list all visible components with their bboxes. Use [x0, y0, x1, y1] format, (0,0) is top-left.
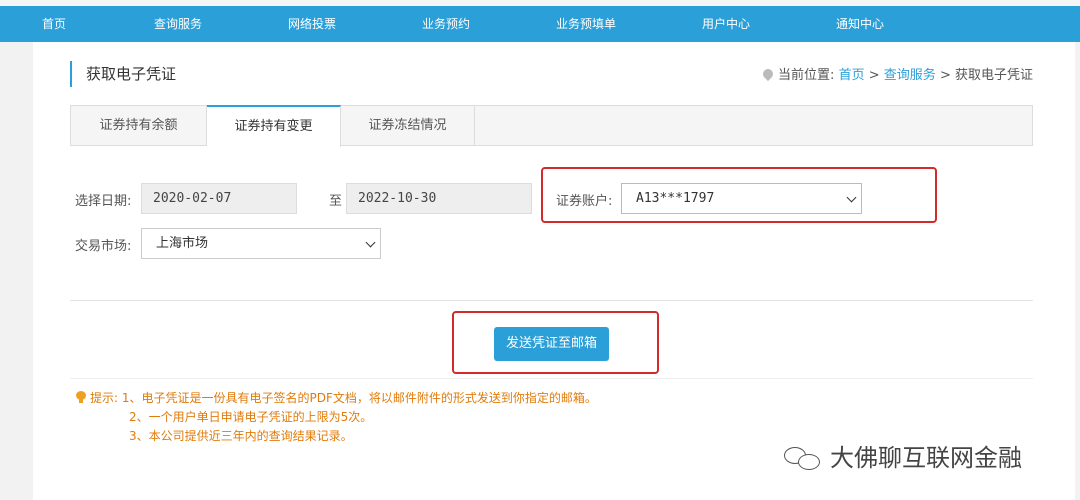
page-title: 获取电子凭证 [70, 61, 176, 87]
tip-item: 3、本公司提供近三年内的查询结果记录。 [129, 429, 353, 443]
location-pin-icon [760, 66, 776, 82]
tips-block: 提示: 1、电子凭证是一份具有电子签名的PDF文档，将以邮件附件的形式发送到你指… [76, 389, 597, 446]
date-label: 选择日期: [75, 194, 132, 209]
divider [70, 378, 1033, 379]
tip-item: 1、电子凭证是一份具有电子签名的PDF文档，将以邮件附件的形式发送到你指定的邮箱… [121, 391, 597, 405]
market-label: 交易市场: [75, 239, 132, 254]
breadcrumb-home[interactable]: 首页 [839, 68, 865, 83]
breadcrumb: 当前位置: 首页 > 查询服务 > 获取电子凭证 [760, 64, 1033, 83]
divider [70, 300, 1033, 301]
start-date-input[interactable]: 2020-02-07 [141, 183, 297, 214]
breadcrumb-prefix: 当前位置: [778, 68, 835, 83]
button-highlight-box [452, 311, 659, 374]
breadcrumb-current: 获取电子凭证 [954, 68, 1033, 83]
watermark: 大佛聊互联网金融 [784, 438, 1022, 473]
chevron-down-icon [365, 237, 376, 248]
watermark-text: 大佛聊互联网金融 [830, 444, 1022, 472]
nav-item-query[interactable]: 查询服务 [154, 6, 202, 42]
tab-holding-change[interactable]: 证券持有变更 [207, 105, 341, 147]
nav-item-user-center[interactable]: 用户中心 [702, 6, 750, 42]
market-select[interactable]: 上海市场 [141, 228, 381, 259]
nav-item-voting[interactable]: 网络投票 [288, 6, 336, 42]
breadcrumb-separator: > [868, 68, 880, 83]
main-nav: 首页 查询服务 网络投票 业务预约 业务预填单 用户中心 通知中心 [0, 6, 1080, 42]
nav-item-notifications[interactable]: 通知中心 [836, 6, 884, 42]
market-select-value: 上海市场 [156, 236, 209, 251]
nav-item-prefill[interactable]: 业务预填单 [556, 6, 616, 42]
date-to-label: 至 [329, 194, 343, 209]
wechat-icon [784, 445, 824, 471]
nav-item-home[interactable]: 首页 [42, 6, 66, 42]
breadcrumb-separator: > [939, 68, 951, 83]
breadcrumb-query[interactable]: 查询服务 [884, 68, 936, 83]
tab-freeze-status[interactable]: 证券冻结情况 [341, 105, 475, 146]
nav-item-appointment[interactable]: 业务预约 [422, 6, 470, 42]
account-highlight-box [541, 167, 937, 223]
tab-bar: 证券持有余额 证券持有变更 证券冻结情况 [70, 105, 1033, 147]
tab-holding-balance[interactable]: 证券持有余额 [71, 105, 207, 146]
end-date-input[interactable]: 2022-10-30 [346, 183, 532, 214]
lightbulb-icon [76, 391, 86, 403]
tips-heading: 提示: [90, 391, 119, 405]
tip-item: 2、一个用户单日申请电子凭证的上限为5次。 [129, 410, 373, 424]
